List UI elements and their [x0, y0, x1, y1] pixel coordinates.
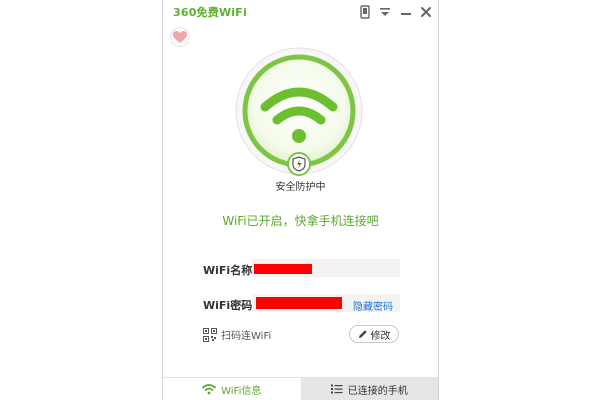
wifi-password-redacted: [256, 297, 342, 309]
tab-connected-phones[interactable]: 已连接的手机: [300, 378, 438, 400]
tab-wifi-info[interactable]: WiFi信息: [163, 378, 301, 400]
wifi-password-label: WiFi密码:: [203, 299, 257, 312]
edit-button[interactable]: 修改: [349, 325, 399, 343]
wifi-window: 360免费WiFi 安全防护中 WiFi已开启，快拿手机连接吧 WiFi名称: …: [162, 0, 439, 400]
wifi-name-redacted: [254, 264, 312, 274]
edit-label: 修改: [370, 330, 391, 342]
wifi-name-label: WiFi名称:: [203, 264, 257, 277]
tab-wifi-info-label: WiFi信息: [221, 385, 262, 397]
tab-connected-phones-label: 已连接的手机: [347, 385, 408, 397]
protection-status: 安全防护中: [275, 182, 326, 193]
phone-icon[interactable]: [357, 4, 373, 20]
list-icon: [330, 384, 343, 394]
wifi-status-logo: [235, 47, 363, 176]
heart-icon: [173, 31, 187, 43]
qr-connect-label: 扫码连WiFi: [221, 331, 272, 342]
pencil-icon: [358, 330, 367, 338]
wifi-headline: WiFi已开启，快拿手机连接吧: [222, 214, 379, 228]
bottom-tabs: WiFi信息 已连接的手机: [163, 377, 438, 400]
heart-button[interactable]: [170, 27, 190, 47]
hide-password-link[interactable]: 隐藏密码: [353, 298, 393, 313]
qr-code-icon: [203, 327, 217, 342]
minimize-icon[interactable]: [398, 4, 414, 20]
wifi-icon: [202, 384, 217, 395]
qr-connect-button[interactable]: 扫码连WiFi: [203, 327, 271, 342]
window-title: 360免费WiFi: [173, 6, 247, 19]
menu-icon[interactable]: [377, 4, 393, 20]
wifi-name-field[interactable]: [252, 259, 400, 277]
close-icon[interactable]: [418, 4, 434, 20]
